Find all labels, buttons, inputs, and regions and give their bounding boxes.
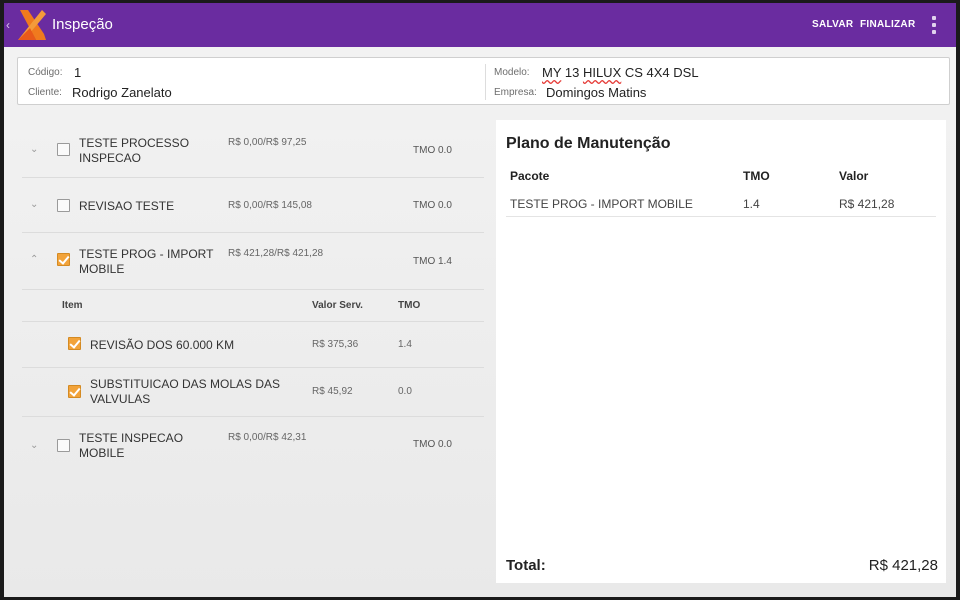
package-checkbox[interactable] (57, 143, 70, 156)
package-tmo: TMO 0.0 (413, 200, 452, 211)
package-tmo: TMO 0.0 (413, 439, 452, 450)
empresa-value: Domingos Matins (546, 85, 647, 100)
cliente-value: Rodrigo Zanelato (72, 85, 172, 100)
package-price: R$ 0,00/R$ 145,08 (228, 200, 312, 211)
plan-row-divider (506, 216, 936, 217)
action-bar: ‹ Inspeção SALVAR FINALIZAR (4, 3, 956, 47)
service-item-tmo: 0.0 (398, 386, 412, 397)
plan-title: Plano de Manutenção (506, 135, 671, 152)
total-label: Total: (506, 557, 546, 574)
modelo-label: Modelo: (494, 67, 530, 78)
vehicle-info-card: Código: 1 Cliente: Rodrigo Zanelato Mode… (17, 57, 950, 105)
package-checkbox[interactable] (57, 199, 70, 212)
item-column-header: Item (62, 300, 83, 311)
modelo-part-hilux: HILUX (582, 65, 622, 80)
info-divider (485, 64, 486, 100)
package-name-line2: MOBILE (79, 446, 125, 460)
package-price: R$ 0,00/R$ 97,25 (228, 137, 307, 148)
package-row[interactable]: ⌃ TESTE PROG - IMPORT MOBILE R$ 421,28/R… (22, 233, 484, 290)
package-row[interactable]: ⌄ TESTE PROCESSO INSPECAO R$ 0,00/R$ 97,… (22, 121, 484, 178)
plan-row-pacote: TESTE PROG - IMPORT MOBILE (510, 197, 693, 211)
package-row[interactable]: ⌄ TESTE INSPECAO MOBILE R$ 0,00/R$ 42,31… (22, 417, 484, 473)
empresa-label: Empresa: (494, 87, 537, 98)
package-tmo: TMO 0.0 (413, 145, 452, 156)
tmo-column-header: TMO (743, 169, 770, 183)
service-item-row[interactable]: REVISÃO DOS 60.000 KM R$ 375,36 1.4 (22, 322, 484, 368)
save-button[interactable]: SALVAR (812, 19, 853, 31)
service-item-name: REVISÃO DOS 60.000 KM (90, 338, 235, 352)
service-item-tmo: 1.4 (398, 339, 412, 350)
app-logo-icon[interactable] (16, 8, 48, 42)
back-icon[interactable]: ‹ (6, 17, 14, 33)
service-item-valor: R$ 45,92 (312, 386, 353, 397)
service-item-checkbox[interactable] (68, 385, 81, 398)
maintenance-plan-panel: Plano de Manutenção Pacote TMO Valor TES… (496, 120, 946, 583)
service-item-valor: R$ 375,36 (312, 339, 359, 350)
valor-column-header: Valor (839, 169, 869, 183)
total-value: R$ 421,28 (868, 557, 938, 574)
pacote-column-header: Pacote (510, 169, 550, 183)
plan-row-tmo: 1.4 (743, 197, 760, 211)
package-name: REVISAO TESTE (79, 199, 175, 213)
service-item-name: SUBSTITUICAO DAS MOLAS DAS (90, 377, 281, 391)
chevron-down-icon[interactable]: ⌄ (30, 145, 40, 155)
package-price: R$ 0,00/R$ 42,31 (228, 432, 307, 443)
codigo-value: 1 (74, 65, 82, 80)
subtable-header: Item Valor Serv. TMO (22, 290, 484, 322)
package-name-line2: INSPECAO (79, 151, 142, 165)
package-name: TESTE PROG - IMPORT (79, 247, 214, 261)
cliente-label: Cliente: (28, 87, 62, 98)
page-title: Inspeção (52, 16, 113, 33)
chevron-down-icon[interactable]: ⌄ (30, 441, 40, 451)
overflow-menu-icon[interactable] (928, 15, 940, 35)
service-item-name-line2: VALVULAS (90, 392, 151, 406)
package-checkbox[interactable] (57, 253, 70, 266)
screen: ‹ Inspeção SALVAR FINALIZAR Código: 1 Cl… (4, 3, 956, 597)
finalize-button[interactable]: FINALIZAR (860, 19, 915, 31)
package-tmo: TMO 1.4 (413, 256, 452, 267)
tmo-column-header: TMO (398, 300, 421, 311)
package-row[interactable]: ⌄ REVISAO TESTE R$ 0,00/R$ 145,08 TMO 0.… (22, 178, 484, 233)
service-item-checkbox[interactable] (68, 337, 81, 350)
chevron-up-icon[interactable]: ⌃ (30, 255, 40, 265)
chevron-down-icon[interactable]: ⌄ (30, 200, 40, 210)
modelo-value: MY 13 HILUX CS 4X4 DSL (542, 65, 699, 81)
codigo-label: Código: (28, 67, 63, 78)
modelo-part-my: MY (542, 65, 562, 80)
plan-row-valor: R$ 421,28 (839, 197, 895, 211)
package-name: TESTE INSPECAO (79, 431, 184, 445)
modelo-part-year: 13 (561, 65, 583, 80)
package-price: R$ 421,28/R$ 421,28 (228, 248, 324, 259)
package-name-line2: MOBILE (79, 262, 125, 276)
valor-serv-column-header: Valor Serv. (312, 300, 363, 311)
modelo-part-rest: CS 4X4 DSL (621, 65, 699, 80)
package-name: TESTE PROCESSO (79, 136, 190, 150)
package-checkbox[interactable] (57, 439, 70, 452)
service-item-row[interactable]: SUBSTITUICAO DAS MOLAS DAS VALVULAS R$ 4… (22, 368, 484, 417)
package-list: ⌄ TESTE PROCESSO INSPECAO R$ 0,00/R$ 97,… (22, 121, 484, 481)
